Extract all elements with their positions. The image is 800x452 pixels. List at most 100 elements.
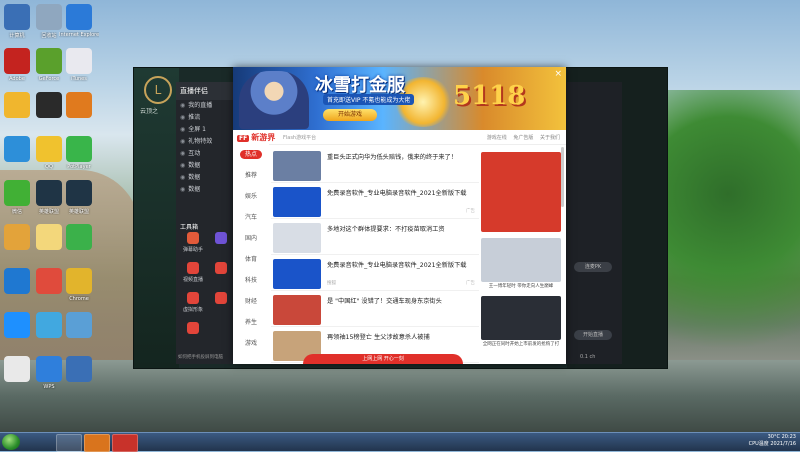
tool-button[interactable]: 虚拟形象 [182, 292, 204, 320]
close-icon[interactable]: × [554, 69, 562, 79]
header-link[interactable]: 关于我们 [540, 135, 560, 141]
system-tray[interactable]: 30°C 20:23 CPU温度 2021/7/16 [749, 434, 796, 450]
scene-row[interactable]: ◉ 礼物特效 [176, 136, 236, 148]
tool-button[interactable]: 弹幕助手 [182, 232, 204, 260]
desktop-app-icon[interactable] [66, 268, 92, 294]
scene-row[interactable]: ◉ 数据 [176, 184, 236, 196]
game-ad-banner[interactable]: 冰雪打金服 首充即送VIP 不氪也能成为大佬 开始游戏 5118 × [233, 67, 566, 130]
news-header: FF 新游界 Flash游戏平台 游戏在线 免广告版 关于我们 [233, 130, 566, 145]
tool-button[interactable] [182, 322, 204, 350]
desktop-app-icon[interactable] [36, 48, 62, 74]
desktop-app-icon[interactable] [66, 4, 92, 30]
header-link[interactable]: 免广告版 [513, 135, 533, 141]
news-title: 免费录音软件_专业电脑录音软件_2021全新版下载 [327, 262, 467, 269]
category-tab[interactable]: 游戏 [233, 333, 269, 354]
client-title: 直播伴侣 [176, 82, 236, 100]
category-label: 养生 [244, 319, 257, 326]
desktop-app-icon[interactable] [4, 224, 30, 250]
side-news-image[interactable] [481, 296, 561, 340]
desktop-app-icon[interactable] [66, 356, 92, 382]
pk-button[interactable]: 连麦PK [574, 262, 612, 272]
league-logo-icon[interactable]: L [144, 76, 172, 104]
side-news-image[interactable] [481, 238, 561, 282]
desktop-app-icon[interactable] [4, 4, 30, 30]
desktop-app-icon[interactable] [36, 180, 62, 206]
news-title: 是 "中国红" 没错了！交通车现身东京街头 [327, 298, 442, 305]
eye-icon[interactable]: ◉ [180, 102, 185, 109]
desktop-app-icon[interactable] [36, 4, 62, 30]
desktop-app-icon[interactable] [4, 356, 30, 382]
desktop-app-icon[interactable] [66, 92, 92, 118]
category-tab[interactable]: 热点 [233, 144, 269, 165]
news-title: 多地对这个群体提要求：不打疫苗取消工资 [327, 226, 445, 233]
desktop-app-icon[interactable] [36, 312, 62, 338]
desktop-app-icon[interactable] [66, 312, 92, 338]
desktop-app-icon[interactable] [36, 356, 62, 382]
tool-button[interactable] [210, 262, 232, 290]
news-item[interactable]: 重巨头正式向华为低头赔钱，俄来的终于来了！ [271, 150, 479, 183]
scene-row[interactable]: ◉ 我的直播 [176, 100, 236, 112]
side-news-image[interactable] [481, 152, 561, 232]
taskbar-league-button[interactable] [56, 434, 82, 452]
desktop-app-icon[interactable] [36, 268, 62, 294]
news-item[interactable]: 免费录音软件_专业电脑录音软件_2021全新版下载 搜狐 广告 [271, 258, 479, 291]
news-thumbnail [273, 259, 321, 289]
header-link[interactable]: 游戏在线 [487, 135, 507, 141]
eye-icon[interactable]: ◉ [180, 114, 185, 121]
scene-row[interactable]: ◉ 数据 [176, 160, 236, 172]
start-live-button[interactable]: 开始直播 [574, 330, 612, 340]
eye-icon[interactable]: ◉ [180, 174, 185, 181]
category-tab[interactable]: 推荐 [233, 165, 269, 186]
taskbar-news-button[interactable] [112, 434, 138, 452]
tool-button[interactable] [210, 292, 232, 320]
category-tab[interactable]: 娱乐 [233, 186, 269, 207]
desktop-app-icon[interactable] [66, 180, 92, 206]
category-tab[interactable]: 科技 [233, 270, 269, 291]
desktop-app-icon[interactable] [36, 92, 62, 118]
popup-footer-tab[interactable]: 上网上网 开心一刻 [303, 354, 463, 364]
scene-row[interactable]: ◉ 推流 [176, 112, 236, 124]
desktop-app-icon[interactable] [4, 312, 30, 338]
desktop-app-icon[interactable] [66, 136, 92, 162]
category-tab[interactable]: 汽车 [233, 207, 269, 228]
category-tab[interactable]: 财经 [233, 291, 269, 312]
eye-icon[interactable]: ◉ [180, 126, 185, 133]
eye-icon[interactable]: ◉ [180, 138, 185, 145]
taskbar-stream-button[interactable] [84, 434, 110, 452]
desktop-app-icon[interactable] [66, 224, 92, 250]
scene-row[interactable]: ◉ 数据 [176, 172, 236, 184]
tool-button[interactable] [210, 232, 232, 260]
category-tab[interactable]: 养生 [233, 312, 269, 333]
news-feed: 重巨头正式向华为低头赔钱，俄来的终于来了！ 免费录音软件_专业电脑录音软件_202… [271, 150, 479, 364]
desktop-app-icon[interactable] [66, 48, 92, 74]
desktop-app-icon[interactable] [36, 136, 62, 162]
desktop-app-label: iTunes [71, 76, 87, 82]
news-item[interactable]: 是 "中国红" 没错了！交通车现身东京街头 [271, 294, 479, 327]
news-item[interactable]: 免费录音软件_专业电脑录音软件_2021全新版下载 广告 [271, 186, 479, 219]
scene-row[interactable]: ◉ 互动 [176, 148, 236, 160]
desktop-app-label: 英雄联盟 [68, 209, 89, 215]
desktop-app-label: WPS [43, 384, 55, 390]
desktop-app-icon[interactable] [36, 224, 62, 250]
eye-icon[interactable]: ◉ [180, 186, 185, 193]
news-item[interactable]: 多地对这个群体提要求：不打疫苗取消工资 [271, 222, 479, 255]
category-tab[interactable]: 国内 [233, 228, 269, 249]
category-tab[interactable]: 体育 [233, 249, 269, 270]
eye-icon[interactable]: ◉ [180, 162, 185, 169]
news-thumbnail [273, 187, 321, 217]
eye-icon[interactable]: ◉ [180, 150, 185, 157]
desktop-app-icon[interactable] [4, 136, 30, 162]
category-sidebar: 热点 推荐 娱乐 汽车 国内 体育 科技 财经养生游戏 [233, 144, 269, 364]
start-button[interactable] [2, 434, 20, 450]
desktop-app-icon[interactable] [4, 180, 30, 206]
feed-scrollbar[interactable] [561, 147, 564, 207]
desktop-app-icon[interactable] [4, 48, 30, 74]
ad-start-game-button[interactable]: 开始游戏 [323, 109, 377, 121]
desktop-app-icon[interactable] [4, 92, 30, 118]
ff-logo-icon: FF [237, 135, 250, 142]
desktop-app-icon[interactable] [4, 268, 30, 294]
scene-row[interactable]: ◉ 全屏 1 [176, 124, 236, 136]
client-help-link[interactable]: 如何把手机投屏到电脑 [178, 354, 223, 360]
tool-button[interactable]: 视频直播 [182, 262, 204, 290]
news-title: 重巨头正式向华为低头赔钱，俄来的终于来了！ [327, 154, 457, 161]
